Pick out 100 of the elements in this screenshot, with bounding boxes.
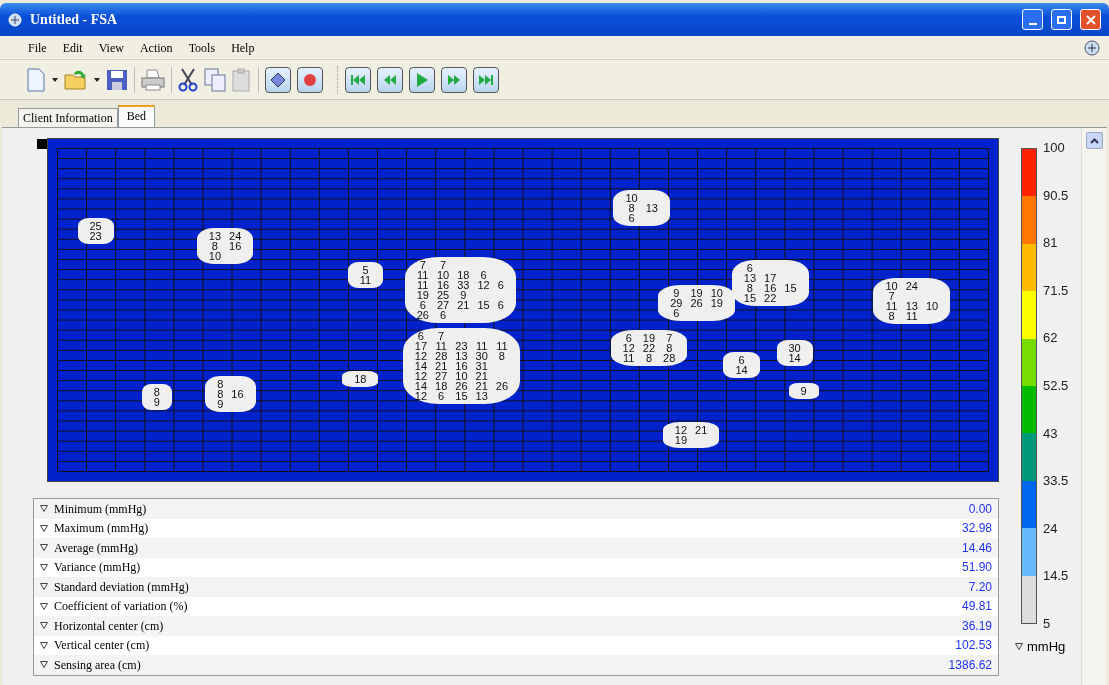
pressure-value: 6 [625,333,632,344]
triangle-icon[interactable] [40,641,48,649]
pressure-value: 6 [672,308,681,319]
chevron-up-icon [1090,137,1099,144]
play-button[interactable] [409,66,435,93]
skip-forward-button[interactable] [473,66,499,93]
pressure-value: 8 [217,379,224,390]
pressure-value: 21 [475,370,488,381]
close-button[interactable] [1080,9,1101,30]
triangle-icon[interactable] [40,505,48,513]
pressure-value: 16 [231,389,244,400]
stat-label: Vertical center (cm) [54,637,151,655]
pressure-value: 30 [475,350,488,361]
menu-item[interactable]: View [98,38,124,57]
menu-item[interactable]: Action [139,38,173,57]
pressure-value: 17 [764,272,777,283]
pressure-value: 12 [414,390,427,401]
pressure-value: 12 [674,425,688,436]
pressure-value: 7 [437,330,446,341]
menu-item[interactable]: Help [231,38,255,57]
pressure-value: 16 [764,282,777,293]
pressure-value: 9 [460,289,467,300]
pressure-value: 29 [670,298,683,309]
pressure-value: 10 [455,370,468,381]
tab[interactable]: Bed [117,105,155,127]
pressure-value: 25 [436,289,450,300]
stat-label: Minimum (mmHg) [54,500,148,518]
pressure-value: 6 [738,355,745,366]
pressure-value: 12 [477,279,490,290]
triangle-icon[interactable] [40,602,48,610]
pressure-value: 8 [498,350,505,361]
pressure-value: 30 [788,343,801,354]
stat-label: Maximum (mmHg) [54,520,150,538]
clipboard-icon[interactable] [232,67,252,92]
stat-label: Standard deviation (mmHg) [54,578,190,596]
diamond-button[interactable] [265,66,291,93]
pressure-value: 6 [419,299,426,310]
menu-item[interactable]: Edit [62,38,83,57]
triangle-icon[interactable] [1015,643,1023,651]
pressure-value: 6 [497,299,504,310]
pressure-value: 22 [764,292,777,303]
triangle-icon[interactable] [40,661,48,669]
triangle-icon[interactable] [40,583,48,591]
fast-forward-button[interactable] [441,66,467,93]
pressure-value: 6 [438,390,445,401]
menu-item[interactable]: File [28,38,47,57]
pressure-value: 6 [497,279,504,290]
stat-value: 0.00 [968,500,992,518]
pressure-value: 7 [665,333,674,344]
stat-value: 49.81 [961,598,992,616]
printer-icon[interactable] [141,68,165,91]
pressure-value: 11 [435,340,448,351]
pressure-value: 25 [89,220,102,231]
rewind-button[interactable] [377,66,403,93]
pressure-value: 8 [153,386,160,397]
restore-button[interactable] [1051,9,1072,30]
pressure-value: 28 [435,350,448,361]
pressure-value: 11 [905,310,918,321]
stat-label: Average (mmHg) [54,539,140,557]
stat-label: Horizontal center (cm) [54,617,165,635]
pressure-value: 19 [690,288,703,299]
caret-icon[interactable] [52,77,58,82]
pressure-value: 22 [642,343,656,354]
skip-back-icon [350,74,366,85]
corner-marker [37,139,47,149]
record-button[interactable] [297,66,323,93]
pressure-value: 16 [455,360,468,371]
pressure-value: 13 [905,300,918,311]
pressure-value: 10 [625,193,638,204]
triangle-icon[interactable] [40,563,48,571]
pressure-value: 11 [416,279,429,290]
scissors-icon[interactable] [178,67,198,92]
caret-icon[interactable] [94,77,100,82]
pressure-value: 13 [743,272,756,283]
scroll-up-button[interactable] [1086,132,1103,149]
skip-forward-icon [478,74,494,85]
pressure-value: 7 [438,259,448,270]
stat-label: Sensing area (cm) [54,656,142,674]
pressure-value: 9 [153,396,160,407]
skip-back-button[interactable] [345,66,371,93]
menu-item[interactable]: Tools [188,38,216,57]
pressure-value: 6 [745,262,754,273]
tab[interactable]: Client Information [18,108,118,127]
pressure-value: 12 [414,370,427,381]
stat-value: 1386.62 [948,656,992,674]
pressure-value: 8 [210,241,219,251]
minimize-button[interactable] [1022,9,1043,30]
triangle-icon[interactable] [40,524,48,532]
scale-label: 52.5 [1043,376,1069,395]
triangle-icon[interactable] [40,622,48,630]
pressure-value: 26 [495,380,508,391]
diamond-icon [270,71,286,88]
pressure-value: 23 [455,340,468,351]
triangle-icon[interactable] [40,544,48,552]
pressure-value: 10 [925,300,939,311]
save-icon[interactable] [106,68,128,91]
pressure-value: 15 [784,282,797,293]
scale-label: 90.5 [1043,186,1069,205]
pressure-value: 19 [416,289,429,300]
folder-icon[interactable] [64,68,88,91]
